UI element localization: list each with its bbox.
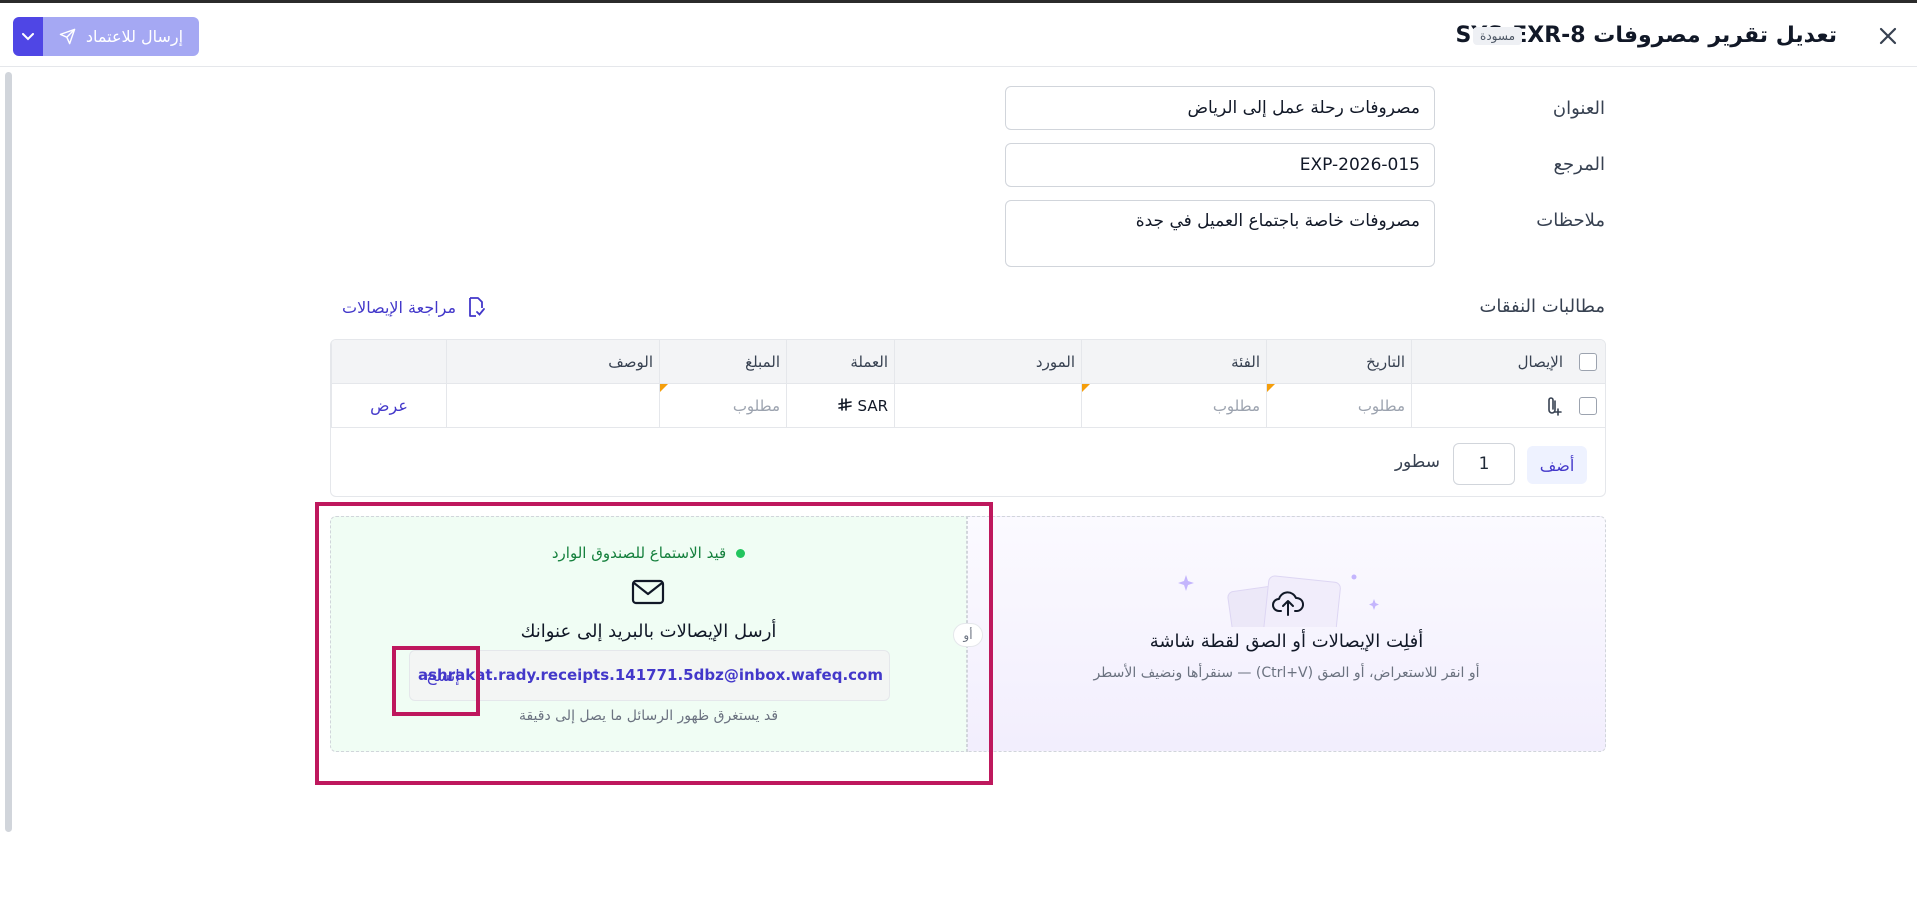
receipt-drop-zone[interactable]: أفلِت الإيصالات أو الصق لقطة شاشة أو انق… bbox=[967, 516, 1606, 752]
submit-options-dropdown[interactable] bbox=[13, 17, 43, 56]
riyal-symbol-icon bbox=[837, 398, 852, 411]
close-icon bbox=[1879, 27, 1897, 45]
copy-button-highlight-frame bbox=[392, 646, 480, 716]
title-label: العنوان bbox=[1552, 98, 1605, 119]
date-cell[interactable]: مطلوب bbox=[1266, 384, 1411, 427]
expense-claims-title: مطالبات النفقات bbox=[1479, 296, 1605, 317]
category-cell[interactable]: مطلوب bbox=[1081, 384, 1266, 427]
notes-label: ملاحظات bbox=[1536, 210, 1605, 231]
column-header-amount: المبلغ bbox=[659, 340, 786, 383]
add-rows-button[interactable]: أضف bbox=[1527, 446, 1587, 484]
actions-cell: عرض bbox=[331, 384, 446, 427]
description-cell[interactable] bbox=[446, 384, 659, 427]
column-header-date: التاريخ bbox=[1266, 340, 1411, 383]
status-badge: مسودة bbox=[1473, 27, 1522, 45]
select-all-cell bbox=[1569, 340, 1605, 383]
expense-claims-table: الإيصال التاريخ الفئة المورد العملة المب… bbox=[330, 339, 1606, 497]
receipt-cell bbox=[1411, 384, 1569, 427]
attach-receipt-icon[interactable] bbox=[1543, 395, 1563, 417]
email-panel-highlight-frame bbox=[315, 502, 993, 785]
drop-zone-subtitle: أو انقر للاستعراض، أو الصق (Ctrl+V) — سن… bbox=[1093, 665, 1480, 681]
submit-button-label: إرسال للاعتماد bbox=[85, 27, 184, 46]
rows-label: سطور bbox=[1394, 452, 1440, 472]
cloud-upload-icon bbox=[1272, 591, 1304, 616]
title-input-value: مصروفات رحلة عمل إلى الرياض bbox=[1187, 98, 1421, 118]
column-header-vendor: المورد bbox=[894, 340, 1081, 383]
review-receipts-link[interactable]: مراجعة الإيصالات bbox=[342, 296, 486, 318]
review-receipts-label: مراجعة الإيصالات bbox=[342, 297, 457, 317]
receipt-check-icon bbox=[469, 297, 485, 317]
select-all-checkbox[interactable] bbox=[1579, 352, 1597, 371]
column-header-receipt: الإيصال bbox=[1411, 340, 1569, 383]
rows-count-input[interactable]: 1 bbox=[1453, 443, 1515, 485]
vendor-cell[interactable] bbox=[894, 384, 1081, 427]
close-button[interactable] bbox=[1873, 21, 1903, 51]
title-input[interactable]: مصروفات رحلة عمل إلى الرياض bbox=[1005, 86, 1435, 130]
vertical-scrollbar[interactable] bbox=[5, 72, 12, 832]
currency-cell[interactable]: SAR bbox=[786, 384, 894, 427]
notes-textarea-value: مصروفات خاصة باجتماع العميل في جدة bbox=[1135, 211, 1420, 231]
reference-input-value: EXP-2026-015 bbox=[1299, 155, 1420, 175]
add-rows-bar: أضف 1 سطور bbox=[331, 428, 1605, 496]
column-header-category: الفئة bbox=[1081, 340, 1266, 383]
row-select-cell bbox=[1569, 384, 1605, 427]
notes-textarea[interactable]: مصروفات خاصة باجتماع العميل في جدة bbox=[1005, 200, 1435, 267]
page-header: تعديل تقرير مصروفات SYS-EXR-8 مسودة إرسا… bbox=[0, 3, 1917, 67]
send-icon bbox=[59, 28, 76, 45]
submit-button-group: إرسال للاعتماد bbox=[13, 17, 199, 56]
chevron-down-icon bbox=[22, 32, 34, 40]
column-header-actions bbox=[331, 340, 446, 383]
column-header-description: الوصف bbox=[446, 340, 659, 383]
view-row-link[interactable]: عرض bbox=[370, 396, 408, 415]
row-checkbox[interactable] bbox=[1579, 396, 1597, 415]
table-row: مطلوب مطلوب SAR مطلوب عرض bbox=[331, 384, 1605, 428]
reference-input[interactable]: EXP-2026-015 bbox=[1005, 143, 1435, 187]
submit-for-approval-button[interactable]: إرسال للاعتماد bbox=[43, 17, 199, 56]
amount-cell[interactable]: مطلوب bbox=[659, 384, 786, 427]
drop-zone-title: أفلِت الإيصالات أو الصق لقطة شاشة bbox=[1149, 631, 1424, 652]
table-header: الإيصال التاريخ الفئة المورد العملة المب… bbox=[331, 340, 1605, 384]
currency-value: SAR bbox=[857, 396, 888, 415]
column-header-currency: العملة bbox=[786, 340, 894, 383]
reference-label: المرجع bbox=[1553, 154, 1605, 175]
